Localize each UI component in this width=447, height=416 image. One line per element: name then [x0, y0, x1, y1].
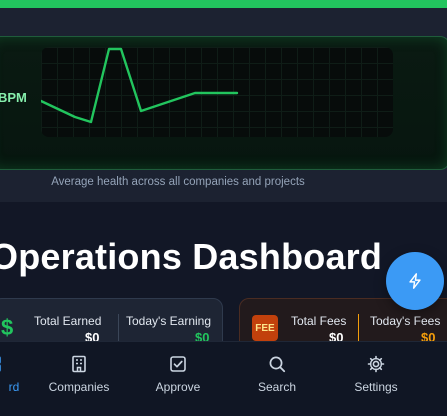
nav-label: Companies	[48, 380, 110, 394]
bottom-nav: rd Companies Approve Search Settings	[0, 341, 447, 416]
total-fees-label: Total Fees	[291, 314, 347, 328]
nav-item-approve[interactable]: Approve	[133, 354, 223, 394]
lightning-icon	[409, 273, 421, 289]
card-divider	[358, 314, 359, 344]
fee-icon: FEE	[252, 315, 278, 341]
gear-icon	[367, 355, 385, 373]
nav-label: Settings	[354, 380, 398, 394]
todays-fees-label: Today's Fees	[370, 314, 441, 328]
bpm-label: BPM	[0, 90, 27, 105]
nav-item-settings[interactable]: Settings	[331, 354, 421, 394]
nav-label: rd	[8, 380, 20, 394]
page-title: Operations Dashboard	[0, 236, 383, 277]
nav-label: Search	[257, 380, 297, 394]
nav-item-companies[interactable]: Companies	[34, 354, 124, 394]
dashboard-icon	[0, 356, 1, 372]
search-icon	[269, 356, 286, 373]
building-icon	[72, 355, 86, 373]
ecg-screen	[41, 47, 393, 137]
nav-item-dashboard[interactable]: rd	[0, 354, 38, 394]
todays-earning-label: Today's Earning	[126, 314, 212, 328]
ecg-waveform	[41, 47, 239, 124]
nav-label: Approve	[155, 380, 201, 394]
nav-item-search[interactable]: Search	[232, 354, 322, 394]
checkbox-icon	[170, 356, 186, 372]
total-earned-label: Total Earned	[34, 314, 102, 328]
quick-action-button[interactable]	[386, 252, 444, 310]
dollar-icon: $	[1, 315, 14, 340]
health-caption: Average health across all companies and …	[51, 176, 305, 188]
card-divider	[118, 314, 119, 344]
top-status-strip	[0, 0, 447, 8]
